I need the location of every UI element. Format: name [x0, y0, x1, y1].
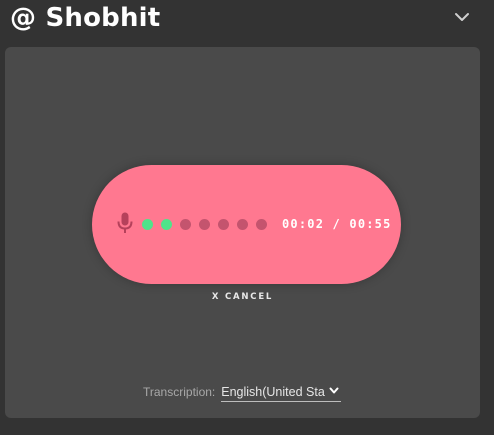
- chevron-down-icon: [329, 387, 339, 393]
- transcription-label: Transcription:: [143, 385, 216, 399]
- language-select-value: English(United Sta: [221, 384, 325, 399]
- progress-dots: [142, 219, 267, 231]
- recording-timer: 00:02 / 00:55: [282, 217, 392, 231]
- microphone-icon[interactable]: [117, 212, 133, 234]
- collapse-button[interactable]: [452, 8, 472, 26]
- progress-dot: [180, 219, 191, 230]
- progress-dot: [237, 219, 248, 230]
- language-select[interactable]: English(United Sta: [221, 383, 342, 402]
- progress-dot: [199, 219, 210, 230]
- page-title: @ Shobhit: [10, 3, 161, 33]
- recorder-panel: 00:02 / 00:55 X CANCEL Transcription: En…: [5, 47, 480, 418]
- progress-dot: [218, 219, 229, 230]
- transcription-row: Transcription: English(United Sta: [143, 382, 342, 402]
- cancel-button[interactable]: X CANCEL: [5, 292, 480, 302]
- recorder-pill: 00:02 / 00:55: [92, 165, 401, 284]
- progress-dot-active: [161, 219, 172, 230]
- chevron-down-icon: [455, 13, 469, 21]
- progress-dot-active: [142, 219, 153, 230]
- progress-dot: [256, 219, 267, 230]
